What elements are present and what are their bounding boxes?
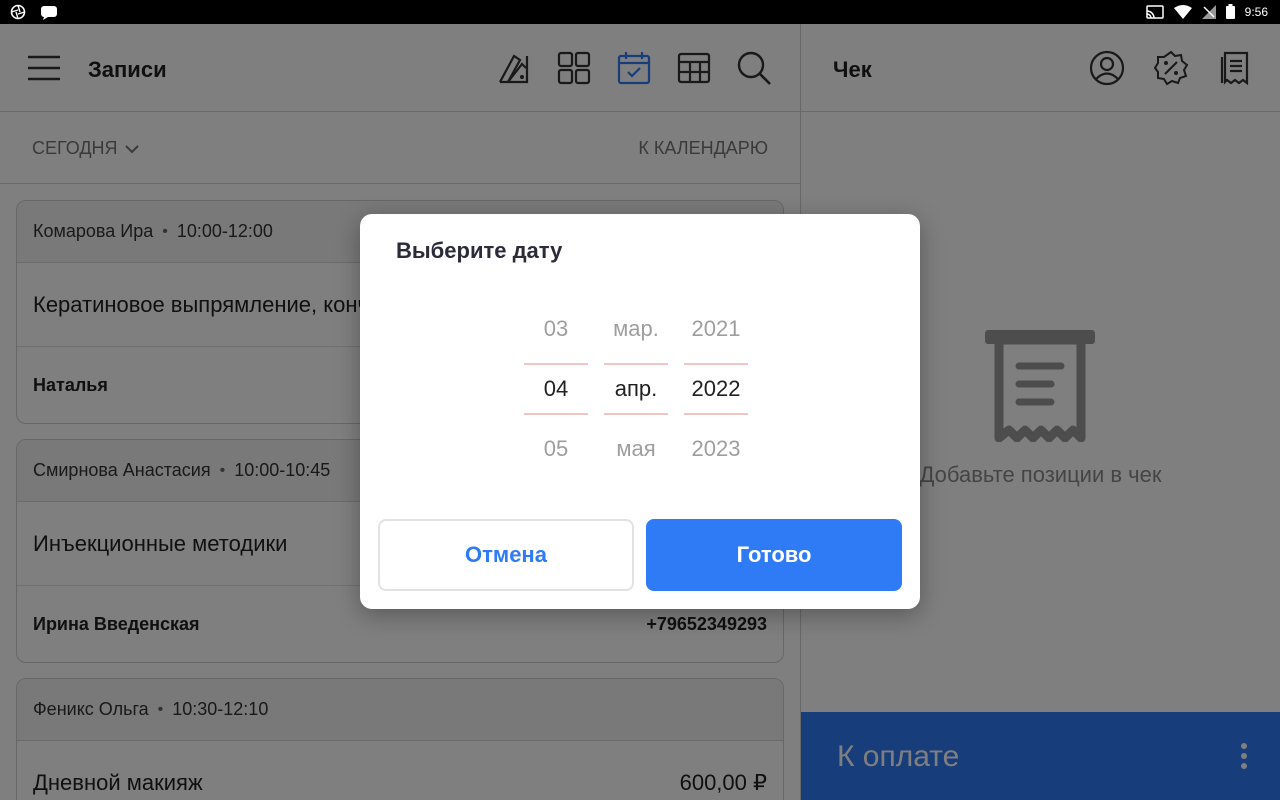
picker-divider — [524, 363, 588, 365]
day-picker[interactable]: 03 04 05 — [524, 302, 588, 482]
year-picker[interactable]: 2021 2022 2023 — [684, 302, 748, 482]
wifi-icon — [1173, 4, 1192, 19]
day-next[interactable]: 05 — [524, 436, 588, 462]
month-next[interactable]: мая — [604, 436, 668, 462]
picker-divider — [684, 363, 748, 365]
battery-icon — [1225, 4, 1235, 19]
day-selected[interactable]: 04 — [524, 376, 588, 402]
year-next[interactable]: 2023 — [684, 436, 748, 462]
picker-divider — [524, 413, 588, 415]
month-selected[interactable]: апр. — [604, 376, 668, 402]
month-picker[interactable]: мар. апр. мая — [604, 302, 668, 482]
day-prev[interactable]: 03 — [524, 316, 588, 342]
year-prev[interactable]: 2021 — [684, 316, 748, 342]
year-selected[interactable]: 2022 — [684, 376, 748, 402]
status-time: 9:56 — [1244, 4, 1268, 19]
dialog-title: Выберите дату — [396, 238, 563, 263]
message-icon — [40, 4, 58, 20]
camera-aperture-icon — [10, 4, 26, 20]
picker-divider — [684, 413, 748, 415]
status-bar: 9:56 — [0, 0, 1280, 24]
month-prev[interactable]: мар. — [604, 316, 668, 342]
cancel-button[interactable]: Отмена — [378, 519, 634, 591]
cast-icon — [1145, 4, 1164, 19]
picker-divider — [604, 413, 668, 415]
picker-divider — [604, 363, 668, 365]
no-signal-icon — [1201, 4, 1216, 19]
done-button[interactable]: Готово — [646, 519, 902, 591]
date-picker-dialog: Выберите дату 03 04 05 мар. апр. мая 202… — [360, 214, 920, 609]
